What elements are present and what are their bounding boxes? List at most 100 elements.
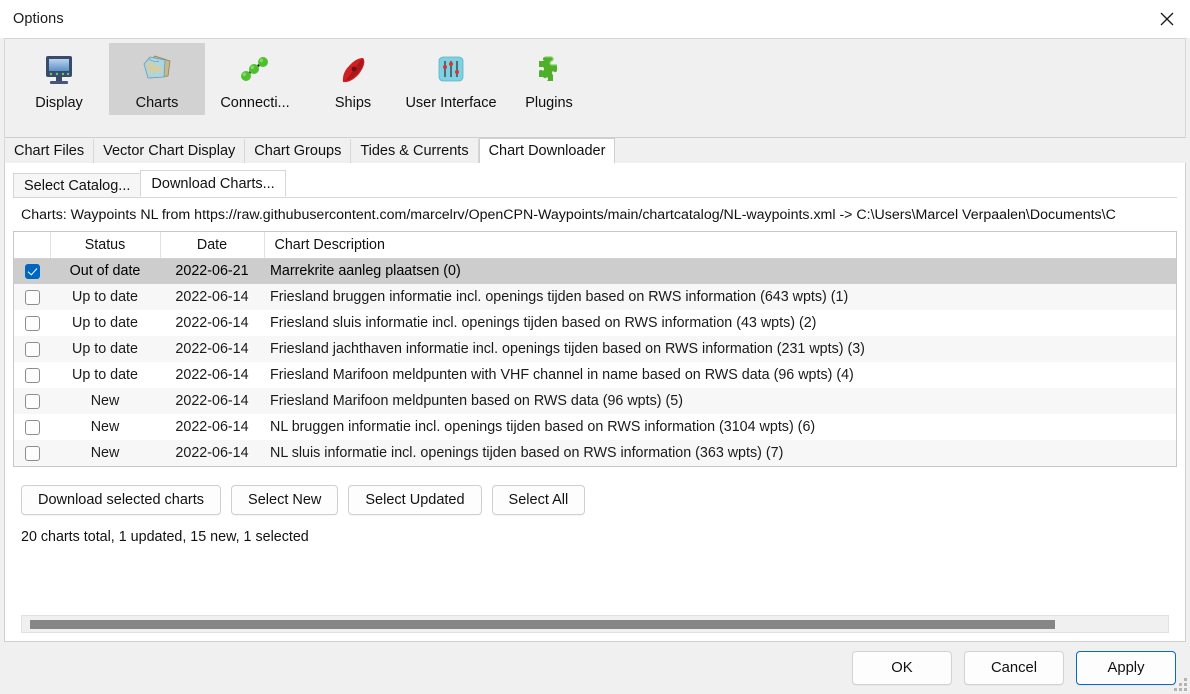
scrollbar-thumb[interactable] — [30, 620, 1055, 629]
toolbar-item-plugins[interactable]: Plugins — [501, 43, 597, 115]
ship-icon — [331, 49, 375, 91]
toolbar-item-user-interface[interactable]: User Interface — [403, 43, 499, 115]
row-status: Up to date — [72, 367, 138, 383]
column-header-checkbox[interactable] — [14, 232, 51, 259]
horizontal-scrollbar[interactable] — [21, 615, 1169, 633]
row-description: Friesland Marifoon meldpunten with VHF c… — [270, 367, 854, 383]
tab-chart-groups[interactable]: Chart Groups — [245, 139, 352, 163]
connections-icon — [233, 49, 277, 91]
row-description: NL bruggen informatie incl. openings tij… — [270, 419, 816, 435]
table-row[interactable]: Up to date 2022-06-14 Friesland bruggen in… — [14, 284, 1176, 310]
tab-chart-files[interactable]: Chart Files — [4, 139, 95, 163]
toolbar-item-charts[interactable]: Charts — [109, 43, 205, 115]
charts-table-container: Status Date Chart Description Out of dat… — [13, 231, 1177, 467]
row-date: 2022-06-14 — [175, 315, 249, 331]
cancel-button[interactable]: Cancel — [964, 651, 1064, 685]
row-description: Marrekrite aanleg plaatsen (0) — [270, 263, 461, 280]
table-row[interactable]: New 2022-06-14 NL sluis informatie incl. o… — [14, 440, 1176, 466]
row-status: Up to date — [72, 315, 138, 331]
row-status: New — [90, 445, 120, 461]
select-new-button[interactable]: Select New — [231, 485, 339, 515]
chart-downloader-panel: Select Catalog... Download Charts... Cha… — [4, 163, 1186, 642]
select-updated-button[interactable]: Select Updated — [348, 485, 482, 515]
toolbar-item-label: User Interface — [405, 95, 497, 111]
table-header-row: Status Date Chart Description — [14, 232, 1176, 259]
row-status: New — [90, 393, 120, 409]
row-checkbox-cell[interactable] — [14, 310, 50, 336]
row-checkbox-cell[interactable] — [14, 440, 50, 466]
row-checkbox-cell[interactable] — [14, 414, 50, 440]
toolbar-item-connections[interactable]: Connecti... — [207, 43, 303, 115]
checkbox-icon[interactable] — [24, 419, 40, 435]
title-bar: Options — [0, 0, 1190, 38]
table-row[interactable]: New 2022-06-14 NL bruggen informatie incl.… — [14, 414, 1176, 440]
toolbar-item-label: Ships — [334, 95, 372, 111]
checkbox-icon[interactable] — [24, 315, 40, 331]
table-row[interactable]: New 2022-06-14 Friesland Marifoon meldpunt… — [14, 388, 1176, 414]
table-row[interactable]: Out of date 2022-06-21 Marrekrite aanleg p… — [14, 258, 1176, 284]
table-row[interactable]: Up to date 2022-06-14 Friesland Marifoon m… — [14, 362, 1176, 388]
row-status: Up to date — [72, 341, 138, 357]
options-tab-bar: Chart Files Vector Chart Display Chart G… — [4, 138, 1186, 163]
row-description: Friesland Marifoon meldpunten based on R… — [270, 393, 683, 409]
row-description: NL sluis informatie incl. openings tijde… — [270, 445, 784, 461]
toolbar-item-label: Charts — [135, 95, 179, 111]
toolbar-item-display[interactable]: Display — [11, 43, 107, 115]
checkbox-icon[interactable] — [24, 367, 40, 383]
tab-vector-chart-display[interactable]: Vector Chart Display — [94, 139, 246, 163]
dialog-footer: OK Cancel Apply — [0, 642, 1190, 694]
tab-select-catalog[interactable]: Select Catalog... — [13, 173, 142, 197]
toolbar-item-label: Plugins — [525, 95, 573, 111]
charts-summary-text: 20 charts total, 1 updated, 15 new, 1 se… — [21, 529, 309, 545]
row-checkbox-cell[interactable] — [14, 362, 50, 388]
row-description: Friesland sluis informatie incl. opening… — [270, 315, 817, 331]
row-status: Up to date — [72, 289, 138, 305]
row-checkbox-cell[interactable] — [14, 284, 50, 310]
row-checkbox-cell[interactable] — [14, 388, 50, 414]
row-date: 2022-06-14 — [175, 419, 249, 435]
toolbar-item-label: Connecti... — [220, 95, 290, 111]
downloader-tab-bar: Select Catalog... Download Charts... — [13, 170, 1177, 198]
close-icon — [1160, 12, 1174, 26]
tab-chart-downloader[interactable]: Chart Downloader — [478, 138, 616, 163]
column-header-description[interactable]: Chart Description — [264, 232, 1176, 259]
apply-button[interactable]: Apply — [1076, 651, 1176, 685]
checkbox-checked-icon[interactable] — [24, 263, 40, 279]
close-button[interactable] — [1144, 0, 1190, 38]
downloader-content: Select Catalog... Download Charts... Cha… — [13, 170, 1177, 641]
catalog-status-line: Charts: Waypoints NL from https://raw.gi… — [21, 207, 1116, 223]
puzzle-icon — [527, 49, 571, 91]
row-status: New — [90, 419, 120, 435]
window-title: Options — [13, 11, 64, 27]
row-checkbox-cell[interactable] — [14, 258, 50, 284]
checkbox-icon[interactable] — [24, 289, 40, 305]
table-row[interactable]: Up to date 2022-06-14 Friesland sluis info… — [14, 310, 1176, 336]
row-checkbox-cell[interactable] — [14, 336, 50, 362]
download-selected-charts-button[interactable]: Download selected charts — [21, 485, 222, 515]
charts-table: Status Date Chart Description Out of dat… — [14, 232, 1176, 466]
sliders-icon — [429, 49, 473, 91]
column-header-date[interactable]: Date — [160, 232, 265, 259]
row-date: 2022-06-14 — [175, 289, 249, 305]
tab-download-charts[interactable]: Download Charts... — [140, 170, 286, 197]
row-date: 2022-06-14 — [175, 445, 249, 461]
resize-grip[interactable] — [1174, 678, 1187, 691]
tab-tides-currents[interactable]: Tides & Currents — [351, 139, 479, 163]
category-toolbar: Display Charts Connecti... Ships User In… — [4, 38, 1186, 138]
ok-button[interactable]: OK — [852, 651, 952, 685]
column-header-status[interactable]: Status — [50, 232, 161, 259]
table-row[interactable]: Up to date 2022-06-14 Friesland jachthaven… — [14, 336, 1176, 362]
charts-icon — [135, 49, 179, 91]
row-description: Friesland bruggen informatie incl. openi… — [270, 289, 849, 305]
row-date: 2022-06-14 — [175, 367, 249, 383]
options-dialog: Options Display Charts Connecti... Ships… — [0, 0, 1190, 694]
checkbox-icon[interactable] — [24, 445, 40, 461]
select-all-button[interactable]: Select All — [491, 485, 586, 515]
row-date: 2022-06-14 — [175, 393, 249, 409]
checkbox-icon[interactable] — [24, 393, 40, 409]
checkbox-icon[interactable] — [24, 341, 40, 357]
toolbar-item-ships[interactable]: Ships — [305, 43, 401, 115]
row-status: Out of date — [69, 263, 141, 280]
toolbar-item-label: Display — [35, 95, 83, 111]
